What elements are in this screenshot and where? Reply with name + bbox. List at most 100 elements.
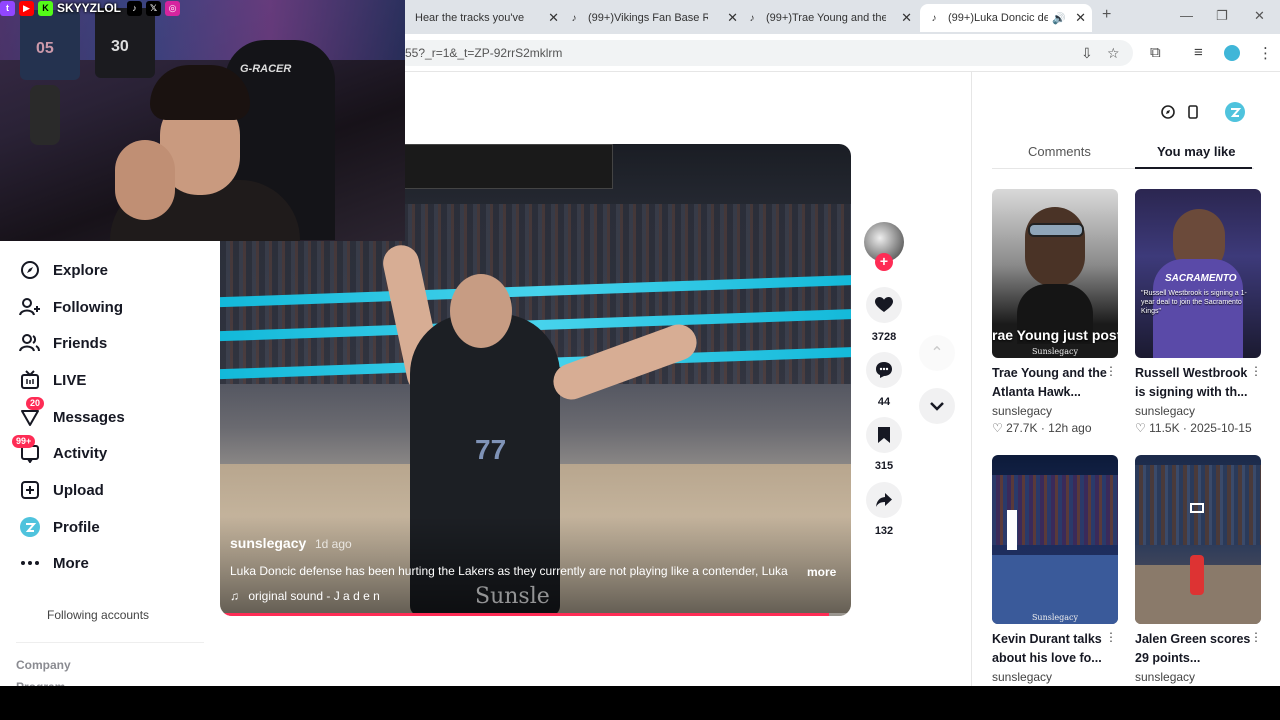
sidebar-item-label: Friends bbox=[53, 334, 108, 352]
tab-you-may-like[interactable]: You may like bbox=[1157, 144, 1236, 159]
video-card-meta: ♡ 27.7K · 12h ago bbox=[992, 421, 1092, 435]
thumbnail-watermark: Sunslegacy bbox=[1031, 347, 1079, 356]
sidebar-item-label: More bbox=[53, 554, 89, 572]
divider bbox=[16, 642, 204, 643]
card-menu-icon[interactable]: ⋮ bbox=[1250, 364, 1262, 378]
sidebar-item-upload[interactable]: Upload bbox=[18, 475, 104, 505]
profile-avatar-icon[interactable] bbox=[1224, 45, 1240, 61]
install-icon[interactable]: ⇩ bbox=[1081, 45, 1093, 62]
window-close-icon[interactable]: ✕ bbox=[1254, 8, 1265, 24]
video-card-title[interactable]: Jalen Green scores 29 points... bbox=[1135, 630, 1261, 668]
video-card-title[interactable]: Trae Young and the Atlanta Hawk... bbox=[992, 364, 1118, 402]
streamer-handle: SKYYZLOL bbox=[57, 1, 122, 15]
instagram-icon: ◎ bbox=[165, 0, 181, 16]
share-button[interactable] bbox=[866, 482, 902, 518]
close-icon[interactable]: ✕ bbox=[727, 10, 738, 26]
minimize-icon[interactable]: — bbox=[1180, 8, 1193, 23]
like-count: 3728 bbox=[871, 331, 897, 343]
video-card-thumbnail[interactable] bbox=[1135, 455, 1261, 624]
activity-badge: 99+ bbox=[12, 435, 36, 448]
like-button[interactable] bbox=[866, 287, 902, 323]
card-menu-icon[interactable]: ⋮ bbox=[1250, 630, 1262, 644]
video-sound[interactable]: ♫ original sound - J a d e n bbox=[230, 589, 380, 603]
twitch-icon: t bbox=[0, 0, 15, 16]
previous-video-button[interactable]: ⌃ bbox=[919, 335, 955, 371]
video-card-author[interactable]: sunslegacy bbox=[992, 404, 1052, 418]
restore-icon[interactable]: ❐ bbox=[1216, 8, 1228, 24]
video-card-thumbnail[interactable]: rae Young just poste Sunslegacy bbox=[992, 189, 1118, 358]
sidebar-item-explore[interactable]: Explore bbox=[18, 255, 108, 285]
card-menu-icon[interactable]: ⋮ bbox=[1105, 364, 1117, 378]
close-icon[interactable]: ✕ bbox=[901, 10, 912, 26]
video-card-thumbnail[interactable]: Sunslegacy bbox=[992, 455, 1118, 624]
activity-icon: 99+ bbox=[12, 435, 42, 465]
messages-badge: 20 bbox=[26, 397, 45, 410]
live-icon bbox=[18, 368, 42, 392]
card-menu-icon[interactable]: ⋮ bbox=[1105, 630, 1117, 644]
sidebar-item-activity[interactable]: 99+ Activity bbox=[12, 435, 108, 468]
browser-tab[interactable]: ♪ (99+)Vikings Fan Base Rea ✕ bbox=[568, 6, 744, 30]
comment-button[interactable] bbox=[866, 352, 902, 388]
jersey-number: 30 bbox=[111, 38, 129, 55]
profile-avatar-icon[interactable] bbox=[1223, 100, 1247, 124]
video-jersey-number: 77 bbox=[475, 434, 507, 465]
tab-label: (99+)Luka Doncic defe bbox=[948, 12, 1048, 24]
sidebar-item-messages[interactable]: 20 Messages bbox=[18, 397, 125, 432]
video-scoreboard bbox=[403, 144, 613, 189]
video-card-author[interactable]: sunslegacy bbox=[992, 670, 1052, 684]
webcam-wall-jersey: 05 bbox=[20, 10, 80, 80]
new-tab-button[interactable]: + bbox=[1102, 6, 1111, 24]
browser-tab[interactable]: ♪ (99+)Trae Young and the A ✕ bbox=[746, 6, 918, 30]
extensions-icon[interactable]: ⧉ bbox=[1150, 44, 1161, 61]
compass-small-icon[interactable] bbox=[1158, 102, 1178, 122]
video-watermark: Sunsle bbox=[475, 584, 550, 609]
video-author[interactable]: sunslegacy bbox=[230, 535, 306, 551]
streamer-hair bbox=[150, 65, 250, 120]
card-time: 12h ago bbox=[1048, 421, 1092, 435]
x-icon: 𝕏 bbox=[146, 0, 162, 16]
tiktok-icon: ♪ bbox=[571, 12, 577, 24]
sidebar-item-label: Explore bbox=[53, 261, 109, 279]
video-card-title[interactable]: Kevin Durant talks about his love fo... bbox=[992, 630, 1118, 668]
menu-kebab-icon[interactable]: ⋮ bbox=[1258, 44, 1273, 62]
sidebar-item-label: Activity bbox=[53, 444, 108, 462]
follow-plus-icon[interactable]: + bbox=[875, 253, 893, 271]
browser-tab-active[interactable]: ♪ (99+)Luka Doncic defe 🔊 ✕ bbox=[920, 4, 1092, 32]
star-icon[interactable]: ☆ bbox=[1107, 45, 1120, 62]
compass-icon bbox=[18, 258, 42, 282]
video-card-author[interactable]: sunslegacy bbox=[1135, 670, 1195, 684]
heart-icon bbox=[875, 297, 893, 312]
jersey-number: 05 bbox=[36, 40, 54, 57]
video-card-author[interactable]: sunslegacy bbox=[1135, 404, 1195, 418]
video-card-thumbnail[interactable]: SACRAMENTO "Russell Westbrook is signing… bbox=[1135, 189, 1261, 358]
speaker-icon[interactable]: 🔊 bbox=[1052, 12, 1066, 25]
close-icon[interactable]: ✕ bbox=[1075, 10, 1086, 26]
tab-comments[interactable]: Comments bbox=[1028, 144, 1091, 159]
sidebar-item-label: LIVE bbox=[53, 371, 87, 389]
sidebar-item-more[interactable]: More bbox=[18, 548, 89, 578]
company-link[interactable]: Company bbox=[16, 658, 71, 672]
save-button[interactable] bbox=[866, 417, 902, 453]
heart-outline-icon: ♡ bbox=[992, 421, 1003, 435]
sidebar-item-label: Profile bbox=[53, 518, 100, 536]
browser-tab[interactable]: Hear the tracks you've liked ✕ bbox=[405, 6, 565, 30]
device-icon[interactable] bbox=[1183, 102, 1203, 122]
share-icon bbox=[876, 493, 892, 507]
chevron-down-icon bbox=[930, 401, 944, 411]
close-icon[interactable]: ✕ bbox=[548, 10, 559, 26]
bookmark-icon bbox=[878, 427, 890, 443]
video-date: 1d ago bbox=[315, 537, 352, 551]
sidebar-item-live[interactable]: LIVE bbox=[18, 365, 86, 395]
video-card-title[interactable]: Russell Westbrook is signing with th... bbox=[1135, 364, 1261, 402]
omnibox[interactable]: 55?_r=1&_t=ZP-92rrS2mklrm ⇩ ☆ bbox=[395, 40, 1133, 66]
sidebar-item-following[interactable]: Following bbox=[18, 292, 123, 322]
media-control-icon[interactable]: ≡ bbox=[1194, 44, 1203, 61]
video-caption: Luka Doncic defense has been hurting the… bbox=[230, 564, 788, 578]
tiktok-icon: ♪ bbox=[127, 0, 143, 16]
next-video-button[interactable] bbox=[919, 388, 955, 424]
right-panel: Comments You may like rae Young just pos… bbox=[971, 72, 1280, 686]
profile-icon bbox=[18, 515, 42, 539]
caption-more-button[interactable]: more bbox=[807, 565, 836, 579]
sidebar-item-friends[interactable]: Friends bbox=[18, 328, 107, 358]
sidebar-item-profile[interactable]: Profile bbox=[18, 512, 100, 542]
